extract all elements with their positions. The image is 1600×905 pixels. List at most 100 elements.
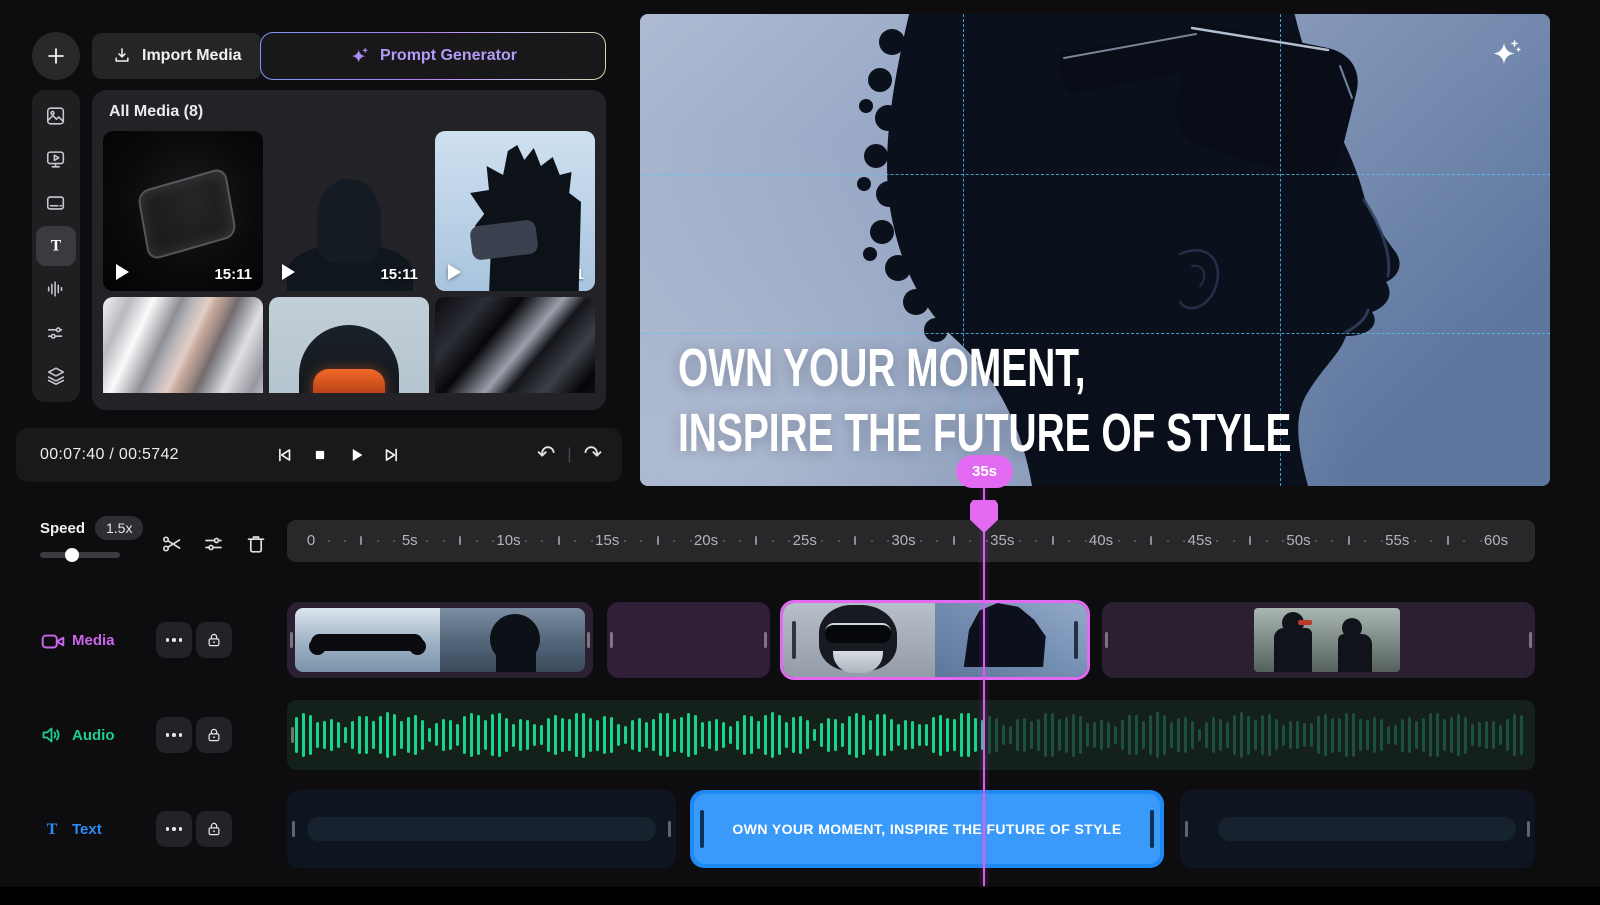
sidebar-item-adjust[interactable] — [36, 313, 76, 353]
trim-handle-left[interactable] — [610, 632, 613, 648]
sidebar-item-images[interactable] — [36, 96, 76, 136]
media-item-chrome-swirl[interactable] — [103, 297, 263, 393]
trim-handle-left[interactable] — [700, 810, 704, 848]
waveform-bar — [1436, 713, 1439, 757]
text-clip-3[interactable] — [1180, 790, 1535, 868]
trim-handle-right[interactable] — [1529, 632, 1532, 648]
skip-end-button[interactable] — [379, 442, 405, 468]
ruler-tick — [476, 540, 478, 542]
waveform-bar — [561, 718, 564, 752]
trim-handle-left[interactable] — [291, 727, 294, 743]
waveform-bar — [505, 718, 508, 752]
waveform-bar — [1037, 719, 1040, 752]
waveform-bar — [1471, 724, 1474, 746]
prompt-generator-button[interactable]: Prompt Generator — [260, 32, 606, 80]
media-clip-1[interactable] — [287, 602, 593, 678]
text-track-options-button[interactable] — [156, 811, 192, 847]
trim-handle-left[interactable] — [292, 821, 295, 837]
media-clip-2[interactable] — [607, 602, 770, 678]
figure-art — [1274, 628, 1312, 672]
speed-slider-track[interactable] — [40, 552, 120, 558]
speed-slider[interactable] — [40, 548, 120, 562]
waveform-bar — [393, 714, 396, 755]
trim-handle-right[interactable] — [587, 632, 590, 648]
trim-handle-right[interactable] — [1527, 821, 1530, 837]
playhead-time-badge[interactable]: 35s — [956, 455, 1013, 488]
ruler-tick — [377, 540, 379, 542]
ruler-tick — [788, 540, 790, 542]
speed-value-badge: 1.5x — [95, 516, 143, 540]
duration-badge: 15:11 — [380, 266, 418, 283]
waveform-bar — [694, 715, 697, 755]
waveform-bar — [876, 714, 879, 755]
delete-clip-button[interactable] — [240, 528, 272, 560]
speed-label: Speed — [40, 520, 85, 537]
undo-button[interactable]: ↶ — [535, 444, 557, 466]
waveform-bar — [680, 717, 683, 754]
audio-track-lock-button[interactable] — [196, 717, 232, 753]
text-clip-active[interactable]: OWN YOUR MOMENT, INSPIRE THE FUTURE OF S… — [690, 790, 1164, 868]
import-media-button[interactable]: Import Media — [92, 33, 262, 79]
tool-sidebar: T — [32, 90, 80, 402]
media-item-helmet[interactable] — [269, 297, 429, 393]
media-track-options-button[interactable] — [156, 622, 192, 658]
sidebar-item-layers[interactable] — [36, 356, 76, 396]
waveform-bar — [890, 719, 893, 752]
trim-handle-right[interactable] — [764, 632, 767, 648]
waveform-bar — [526, 720, 529, 750]
waveform-bar — [295, 717, 298, 754]
trim-handle-right[interactable] — [1074, 621, 1078, 659]
sidebar-item-video[interactable] — [36, 139, 76, 179]
redo-button[interactable]: ↷ — [582, 444, 604, 466]
sidebar-item-audio[interactable] — [36, 269, 76, 309]
trim-handle-left[interactable] — [1105, 632, 1108, 648]
audio-clip-waveform[interactable] — [287, 700, 1535, 770]
media-item-vr-headset[interactable]: 15:11 — [435, 131, 595, 291]
waveform-bar — [785, 722, 788, 749]
speed-slider-thumb[interactable] — [65, 548, 79, 562]
waveform-bar — [1093, 722, 1096, 748]
media-item-glossy[interactable] — [435, 297, 595, 393]
magic-sparkle-icon[interactable] — [1488, 36, 1524, 72]
ruler-tick — [690, 540, 692, 542]
preview-canvas[interactable]: OWN YOUR MOMENT, INSPIRE THE FUTURE OF S… — [640, 14, 1550, 486]
split-clip-button[interactable] — [156, 528, 188, 560]
media-item-woman[interactable]: 15:11 — [269, 131, 429, 291]
ruler-tick — [1430, 540, 1432, 542]
media-track-lock-button[interactable] — [196, 622, 232, 658]
playhead-line[interactable] — [983, 486, 985, 886]
text-clip-1[interactable] — [287, 790, 676, 868]
adjust-clip-button[interactable] — [198, 528, 230, 560]
lock-icon — [205, 631, 223, 649]
trim-handle-left[interactable] — [1185, 821, 1188, 837]
duration-badge: 15:11 — [214, 266, 252, 283]
play-button[interactable] — [343, 442, 369, 468]
ruler-label-5s: 5s — [402, 520, 418, 562]
trim-handle-left[interactable] — [792, 621, 796, 659]
video-monitor-icon — [45, 148, 67, 170]
timeline-ruler[interactable]: 05s10s15s20s25s30s35s40s45s50s55s60s — [287, 520, 1535, 562]
waveform-bar — [1233, 715, 1236, 755]
trim-handle-right[interactable] — [668, 821, 671, 837]
preview-headline[interactable]: OWN YOUR MOMENT, INSPIRE THE FUTURE OF S… — [678, 336, 1291, 467]
waveform-bar — [1065, 717, 1068, 753]
ruler-tick — [328, 540, 330, 542]
import-media-label: Import Media — [142, 47, 242, 65]
stop-button[interactable] — [307, 442, 333, 468]
sidebar-item-captions[interactable] — [36, 183, 76, 223]
waveform-bar — [1191, 721, 1194, 749]
text-track-lock-button[interactable] — [196, 811, 232, 847]
audio-track-options-button[interactable] — [156, 717, 192, 753]
sliders-icon — [45, 322, 67, 344]
add-media-button[interactable] — [32, 32, 80, 80]
media-item-keycap[interactable]: 15:11 — [103, 131, 263, 291]
media-clip-3-selected[interactable] — [780, 600, 1090, 680]
sidebar-item-text[interactable]: T — [36, 226, 76, 266]
trim-handle-right[interactable] — [1150, 810, 1154, 848]
waveform-bar — [645, 722, 648, 749]
trim-handle-left[interactable] — [290, 632, 293, 648]
skip-start-button[interactable] — [271, 442, 297, 468]
media-grid: 15:11 15:11 15:11 — [103, 131, 595, 393]
media-clip-4[interactable] — [1102, 602, 1535, 678]
waveform-bar — [1394, 725, 1397, 745]
